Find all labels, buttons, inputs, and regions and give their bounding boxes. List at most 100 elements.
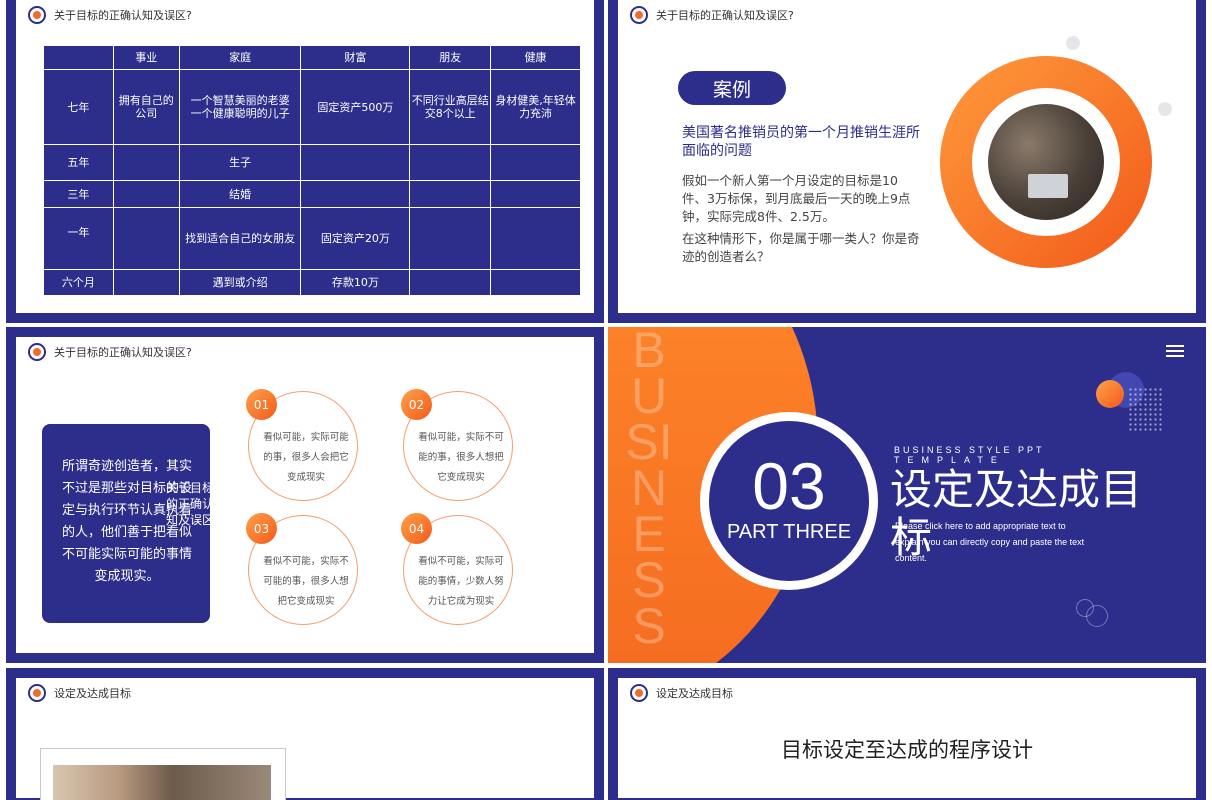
header-text: 关于目标的正确认知及误区?	[54, 9, 192, 22]
table-cell: 找到适合自己的女朋友	[178, 207, 302, 270]
card-number-badge: 03	[246, 513, 277, 544]
table-cell	[409, 180, 492, 208]
slide-2-canvas: 关于目标的正确认知及误区? 案例 美国著名推销员的第一个月推销生涯所面临的问题 …	[618, 0, 1196, 313]
section-description: Please click here to add appropriate tex…	[895, 521, 1085, 563]
table-row: 三年 结婚	[43, 180, 581, 208]
goal-plan-table: 事业 家庭 财富 朋友 健康 七年 拥有自己的公司 一个智慧美丽的老婆 一个健康…	[43, 45, 581, 296]
section-part-label: PART THREE	[726, 521, 852, 543]
menu-icon[interactable]	[1166, 345, 1184, 357]
header-text: 设定及达成目标	[656, 687, 733, 700]
table-header-cell: 朋友	[409, 45, 492, 70]
table-header-cell: 事业	[112, 45, 180, 70]
style-caption: BUSINESS STYLE PPT TEMPLATE	[894, 445, 1045, 465]
overlap-text: 关于目标的正确认知及误区	[166, 481, 215, 527]
header-text: 设定及达成目标	[54, 687, 131, 700]
card-text: 看似不可能，实际可能的事情，少数人努力让它成为现实	[418, 556, 504, 607]
table-cell: 不同行业高层结交8个以上	[409, 69, 492, 145]
table-cell: 三年	[43, 180, 114, 208]
table-cell: 拥有自己的公司	[112, 69, 180, 145]
header-bullet-icon	[28, 6, 46, 24]
table-cell	[490, 269, 581, 296]
section-number: 03	[752, 449, 826, 523]
table-cell: 遇到或介绍	[178, 269, 302, 296]
slide-2[interactable]: 关于目标的正确认知及误区? 案例 美国著名推销员的第一个月推销生涯所面临的问题 …	[608, 0, 1206, 323]
case-label-pill: 案例	[678, 71, 786, 105]
table-row: 七年 拥有自己的公司 一个智慧美丽的老婆 一个健康聪明的儿子 固定资产500万 …	[43, 69, 581, 145]
slide-4[interactable]: BUSINESS 03 PART THREE BUSINESS STYLE PP…	[608, 327, 1206, 663]
table-cell	[409, 144, 492, 181]
header-bullet-icon	[630, 684, 648, 702]
slide-1-canvas: 关于目标的正确认知及误区? 事业 家庭 财富 朋友 健康 七年 拥有自己的公司 …	[16, 0, 594, 313]
slide-header: 设定及达成目标	[630, 684, 733, 702]
table-cell	[112, 269, 180, 296]
slide-6[interactable]: 设定及达成目标 目标设定至达成的程序设计	[608, 668, 1206, 800]
section-number-inner: 03 PART THREE	[709, 421, 869, 581]
slide-6-canvas: 设定及达成目标 目标设定至达成的程序设计	[618, 678, 1196, 798]
idea-card: 02 看似可能，实际不可能的事，很多人想把它变成现实	[401, 389, 513, 501]
table-cell	[112, 180, 180, 208]
slide-1[interactable]: 关于目标的正确认知及误区? 事业 家庭 财富 朋友 健康 七年 拥有自己的公司 …	[6, 0, 604, 323]
business-team-photo	[988, 104, 1104, 220]
slide-header: 关于目标的正确认知及误区?	[28, 343, 192, 361]
table-cell	[300, 144, 411, 181]
table-header-cell	[43, 45, 114, 70]
card-number-badge: 04	[401, 513, 432, 544]
table-header-row: 事业 家庭 财富 朋友 健康	[43, 45, 581, 70]
header-bullet-icon	[630, 6, 648, 24]
table-cell	[112, 207, 180, 270]
card-number-badge: 01	[246, 389, 277, 420]
table-cell	[490, 207, 581, 270]
slide-5-canvas: 设定及达成目标	[16, 678, 594, 800]
table-cell: 固定资产20万	[300, 207, 411, 270]
case-body: 假如一个新人第一个月设定的目标是10件、3万标保，到月底最后一天的晚上9点钟，实…	[682, 172, 922, 266]
table-cell	[112, 144, 180, 181]
idea-card: 04 看似不可能，实际可能的事情，少数人努力让它成为现实	[401, 513, 513, 625]
slide-title: 目标设定至达成的程序设计	[781, 738, 1033, 762]
office-photo	[53, 765, 271, 800]
slide-5[interactable]: 设定及达成目标	[6, 668, 604, 800]
slide-3[interactable]: 关于目标的正确认知及误区? 所谓奇迹创造者，其实不过是那些对目标的设定与执行环节…	[6, 327, 604, 663]
table-cell	[409, 207, 492, 270]
decor-dot	[1066, 36, 1080, 50]
card-text: 看似可能，实际不可能的事，很多人想把它变成现实	[418, 432, 504, 483]
table-cell: 生子	[178, 144, 302, 181]
table-cell: 五年	[43, 144, 114, 181]
table-cell: 一个智慧美丽的老婆 一个健康聪明的儿子	[178, 69, 302, 145]
table-row: 一年 找到适合自己的女朋友 固定资产20万	[43, 207, 581, 270]
photo-frame	[40, 748, 286, 800]
idea-card: 01 看似可能，实际可能的事，很多人会把它变成现实	[246, 389, 358, 501]
table-row: 五年 生子	[43, 144, 581, 181]
table-cell	[300, 180, 411, 208]
header-bullet-icon	[28, 684, 46, 702]
table-cell: 六个月	[43, 269, 114, 296]
section-number-circle: 03 PART THREE	[700, 412, 878, 590]
table-cell	[490, 180, 581, 208]
decor-ring	[1086, 605, 1108, 627]
slide-3-canvas: 关于目标的正确认知及误区? 所谓奇迹创造者，其实不过是那些对目标的设定与执行环节…	[16, 337, 594, 653]
decor-dot	[1158, 102, 1172, 116]
table-cell: 身材健美,年轻体力充沛	[490, 69, 581, 145]
card-text: 看似可能，实际可能的事，很多人会把它变成现实	[263, 432, 349, 483]
slide-header: 关于目标的正确认知及误区?	[28, 6, 192, 24]
photo-ring	[940, 56, 1152, 268]
dot-grid-decor	[1128, 387, 1162, 431]
case-question: 在这种情形下，你是属于哪一类人？你是奇迹的创造者么？	[682, 231, 920, 264]
table-header-cell: 健康	[490, 45, 581, 70]
style-caption-line: BUSINESS STYLE PPT	[894, 445, 1045, 455]
table-cell: 七年	[43, 69, 114, 145]
table-cell: 结婚	[178, 180, 302, 208]
table-header-cell: 家庭	[178, 45, 302, 70]
decor-orange-ball	[1096, 380, 1124, 408]
business-watermark: BUSINESS	[625, 327, 673, 654]
photo-ring-inner	[972, 88, 1120, 236]
idea-card: 03 看似不可能，实际不可能的事，很多人想把它变成现实	[246, 513, 358, 625]
table-cell: 一年	[43, 207, 114, 270]
slide-header: 设定及达成目标	[28, 684, 131, 702]
table-cell	[490, 144, 581, 181]
header-text: 关于目标的正确认知及误区?	[656, 9, 794, 22]
table-cell: 存款10万	[300, 269, 411, 296]
slide-header: 关于目标的正确认知及误区?	[630, 6, 794, 24]
table-row: 六个月 遇到或介绍 存款10万	[43, 269, 581, 296]
card-text: 看似不可能，实际不可能的事，很多人想把它变成现实	[263, 556, 349, 607]
case-paragraph: 假如一个新人第一个月设定的目标是10件、3万标保，到月底最后一天的晚上9点钟，实…	[682, 173, 911, 224]
